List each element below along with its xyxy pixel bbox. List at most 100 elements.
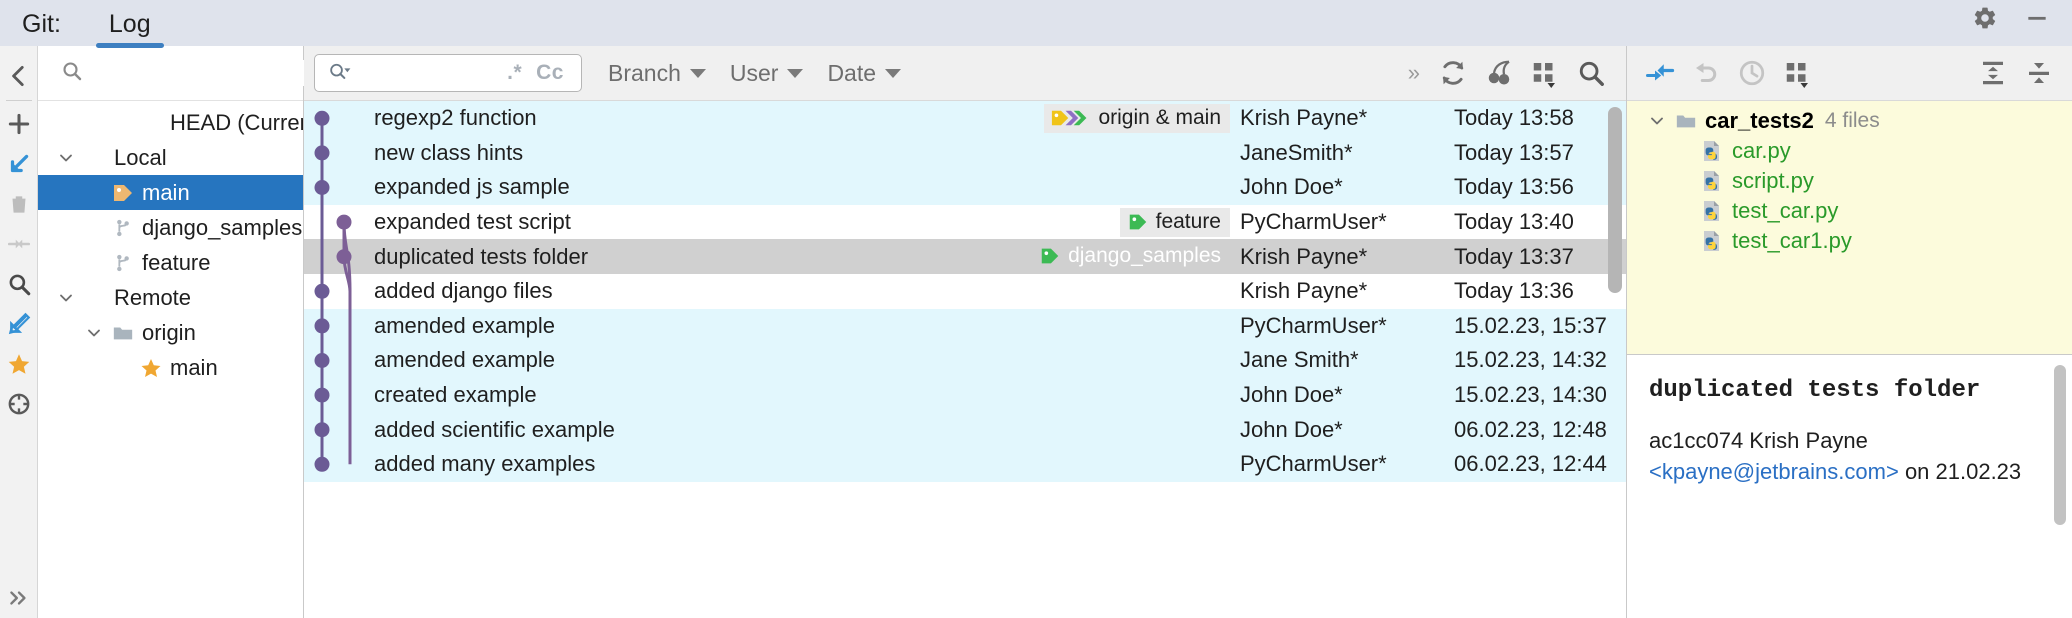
commit-subject: duplicated tests folder [372,244,1032,270]
history-clock-icon[interactable] [1729,53,1775,93]
commit-graph-cell [304,101,372,136]
collapse-left-icon[interactable] [0,56,38,96]
chevron-down-icon[interactable] [1643,111,1671,131]
commit-author: PyCharmUser* [1240,313,1448,339]
revert-icon[interactable] [1683,53,1729,93]
log-search-input[interactable] [353,61,500,86]
chevron-down-icon[interactable] [52,288,80,308]
commit-row[interactable]: added scientific exampleJohn Doe*06.02.2… [304,412,1626,447]
branch-tree-item[interactable]: origin [38,315,303,350]
magnifier-icon[interactable] [0,264,38,304]
refresh-icon[interactable] [1430,53,1476,93]
branch-tree-item[interactable]: Local [38,140,303,175]
commit-refs: django_samples [1032,242,1230,271]
commit-table[interactable]: regexp2 functionorigin & mainKrish Payne… [304,101,1626,618]
commit-scrollbar-thumb[interactable] [1608,107,1622,293]
collapse-all-icon[interactable] [2016,53,2062,93]
collapse-arrows-blue-icon[interactable] [1637,53,1683,93]
ref-tag[interactable]: django_samples [1032,242,1230,271]
match-case-toggle[interactable]: Cc [529,61,571,85]
commit-subject: created example [372,382,1230,408]
commit-row[interactable]: amended examplePyCharmUser*15.02.23, 15:… [304,309,1626,344]
commit-row[interactable]: regexp2 functionorigin & mainKrish Payne… [304,101,1626,136]
title-bar: Git: Log [0,0,2072,46]
commit-row[interactable]: added many examplesPyCharmUser*06.02.23,… [304,447,1626,482]
branch-tree-item[interactable]: feature [38,245,303,280]
commit-graph-cell [304,136,372,171]
changed-file-row[interactable]: script.py [1627,166,2072,196]
rail-divider [6,100,32,101]
pencil-blue-icon[interactable] [0,304,38,344]
filter-branch[interactable]: Branch [596,60,718,87]
tab-log[interactable]: Log [93,12,167,46]
branch-tree-item[interactable]: main [38,175,303,210]
commit-metadata: duplicated tests folder ac1cc074 Krish P… [1627,355,2072,618]
grid-dropdown-icon[interactable] [1522,53,1568,93]
commit-row[interactable]: expanded js sampleJohn Doe*Today 13:56 [304,170,1626,205]
chevron-down-icon[interactable] [80,323,108,343]
filter-date-label: Date [827,60,876,87]
commit-graph-cell [304,309,372,344]
branch-tree-item[interactable]: main [38,350,303,385]
filter-date[interactable]: Date [815,60,913,87]
log-panel: .* Cc Branch User Date » [304,46,1626,618]
commit-author: John Doe* [1240,382,1448,408]
expand-all-icon[interactable] [1970,53,2016,93]
changed-files-count: 4 files [1825,109,1880,133]
commit-subject: expanded test script [372,209,1120,235]
star-icon[interactable] [0,344,38,384]
trash-icon[interactable] [0,184,38,224]
star-icon [136,356,166,380]
overflow-chevrons-icon[interactable]: » [1396,60,1430,86]
commit-row[interactable]: expanded test scriptfeaturePyCharmUser*T… [304,205,1626,240]
changed-files-root[interactable]: car_tests24 files [1627,106,2072,136]
regex-toggle[interactable]: .* [500,61,529,85]
branch-label: origin [142,320,196,346]
branches-panel: HEAD (Current Branch)Localmaindjango_sam… [38,46,304,618]
search-dropdown-icon[interactable] [327,60,353,87]
ref-tag[interactable]: origin & main [1044,104,1230,133]
commit-row[interactable]: created exampleJohn Doe*15.02.23, 14:30 [304,378,1626,413]
changed-file-label: script.py [1732,168,1814,194]
grid-dropdown-icon[interactable] [1775,53,1821,93]
minimize-icon[interactable] [2024,5,2050,36]
python-file-icon [1697,229,1727,253]
merge-arrows-icon[interactable] [0,224,38,264]
commit-email-line: <kpayne@jetbrains.com> on 21.02.23 [1649,459,2072,485]
folder-icon [108,322,138,344]
commit-subject: expanded js sample [372,174,1230,200]
python-file-icon [1697,169,1727,193]
changed-file-row[interactable]: test_car1.py [1627,226,2072,256]
changed-file-row[interactable]: test_car.py [1627,196,2072,226]
filter-user[interactable]: User [718,60,816,87]
changed-files-tree[interactable]: car_tests24 filescar.pyscript.pytest_car… [1627,101,2072,355]
chevron-down-icon[interactable] [52,148,80,168]
commit-email-link[interactable]: <kpayne@jetbrains.com> [1649,459,1899,484]
commit-row[interactable]: new class hintsJaneSmith*Today 13:57 [304,136,1626,171]
metadata-scrollbar-thumb[interactable] [2054,365,2066,525]
commit-author: John Doe* [1240,174,1448,200]
branch-tree-item[interactable]: Remote [38,280,303,315]
branch-tree-item[interactable]: django_samples [38,210,303,245]
tag-green-icon [1039,245,1061,267]
plus-icon[interactable] [0,104,38,144]
target-icon[interactable] [0,384,38,424]
log-search-box[interactable]: .* Cc [314,54,582,92]
ref-tag[interactable]: feature [1120,208,1230,237]
cherry-pick-icon[interactable] [1476,53,1522,93]
branch-tree-item[interactable]: HEAD (Current Branch) [38,105,303,140]
gear-icon[interactable] [1972,5,1998,36]
commit-row[interactable]: added django filesKrish Payne*Today 13:3… [304,274,1626,309]
commit-row[interactable]: amended exampleJane Smith*15.02.23, 14:3… [304,343,1626,378]
double-chevron-icon[interactable] [0,578,38,618]
magnifier-icon[interactable] [1568,53,1614,93]
changed-file-row[interactable]: car.py [1627,136,2072,166]
arrow-down-left-blue-icon[interactable] [0,144,38,184]
commit-row[interactable]: duplicated tests folderdjango_samples Kri… [304,239,1626,274]
commit-author: Krish Payne* [1240,244,1448,270]
commit-date: Today 13:57 [1448,140,1626,166]
commit-scrollbar[interactable] [1608,101,1622,618]
commit-subject: added django files [372,278,1230,304]
commit-refs: origin & main [1044,104,1230,133]
commit-hash-author: ac1cc074 Krish Payne [1649,428,2072,454]
